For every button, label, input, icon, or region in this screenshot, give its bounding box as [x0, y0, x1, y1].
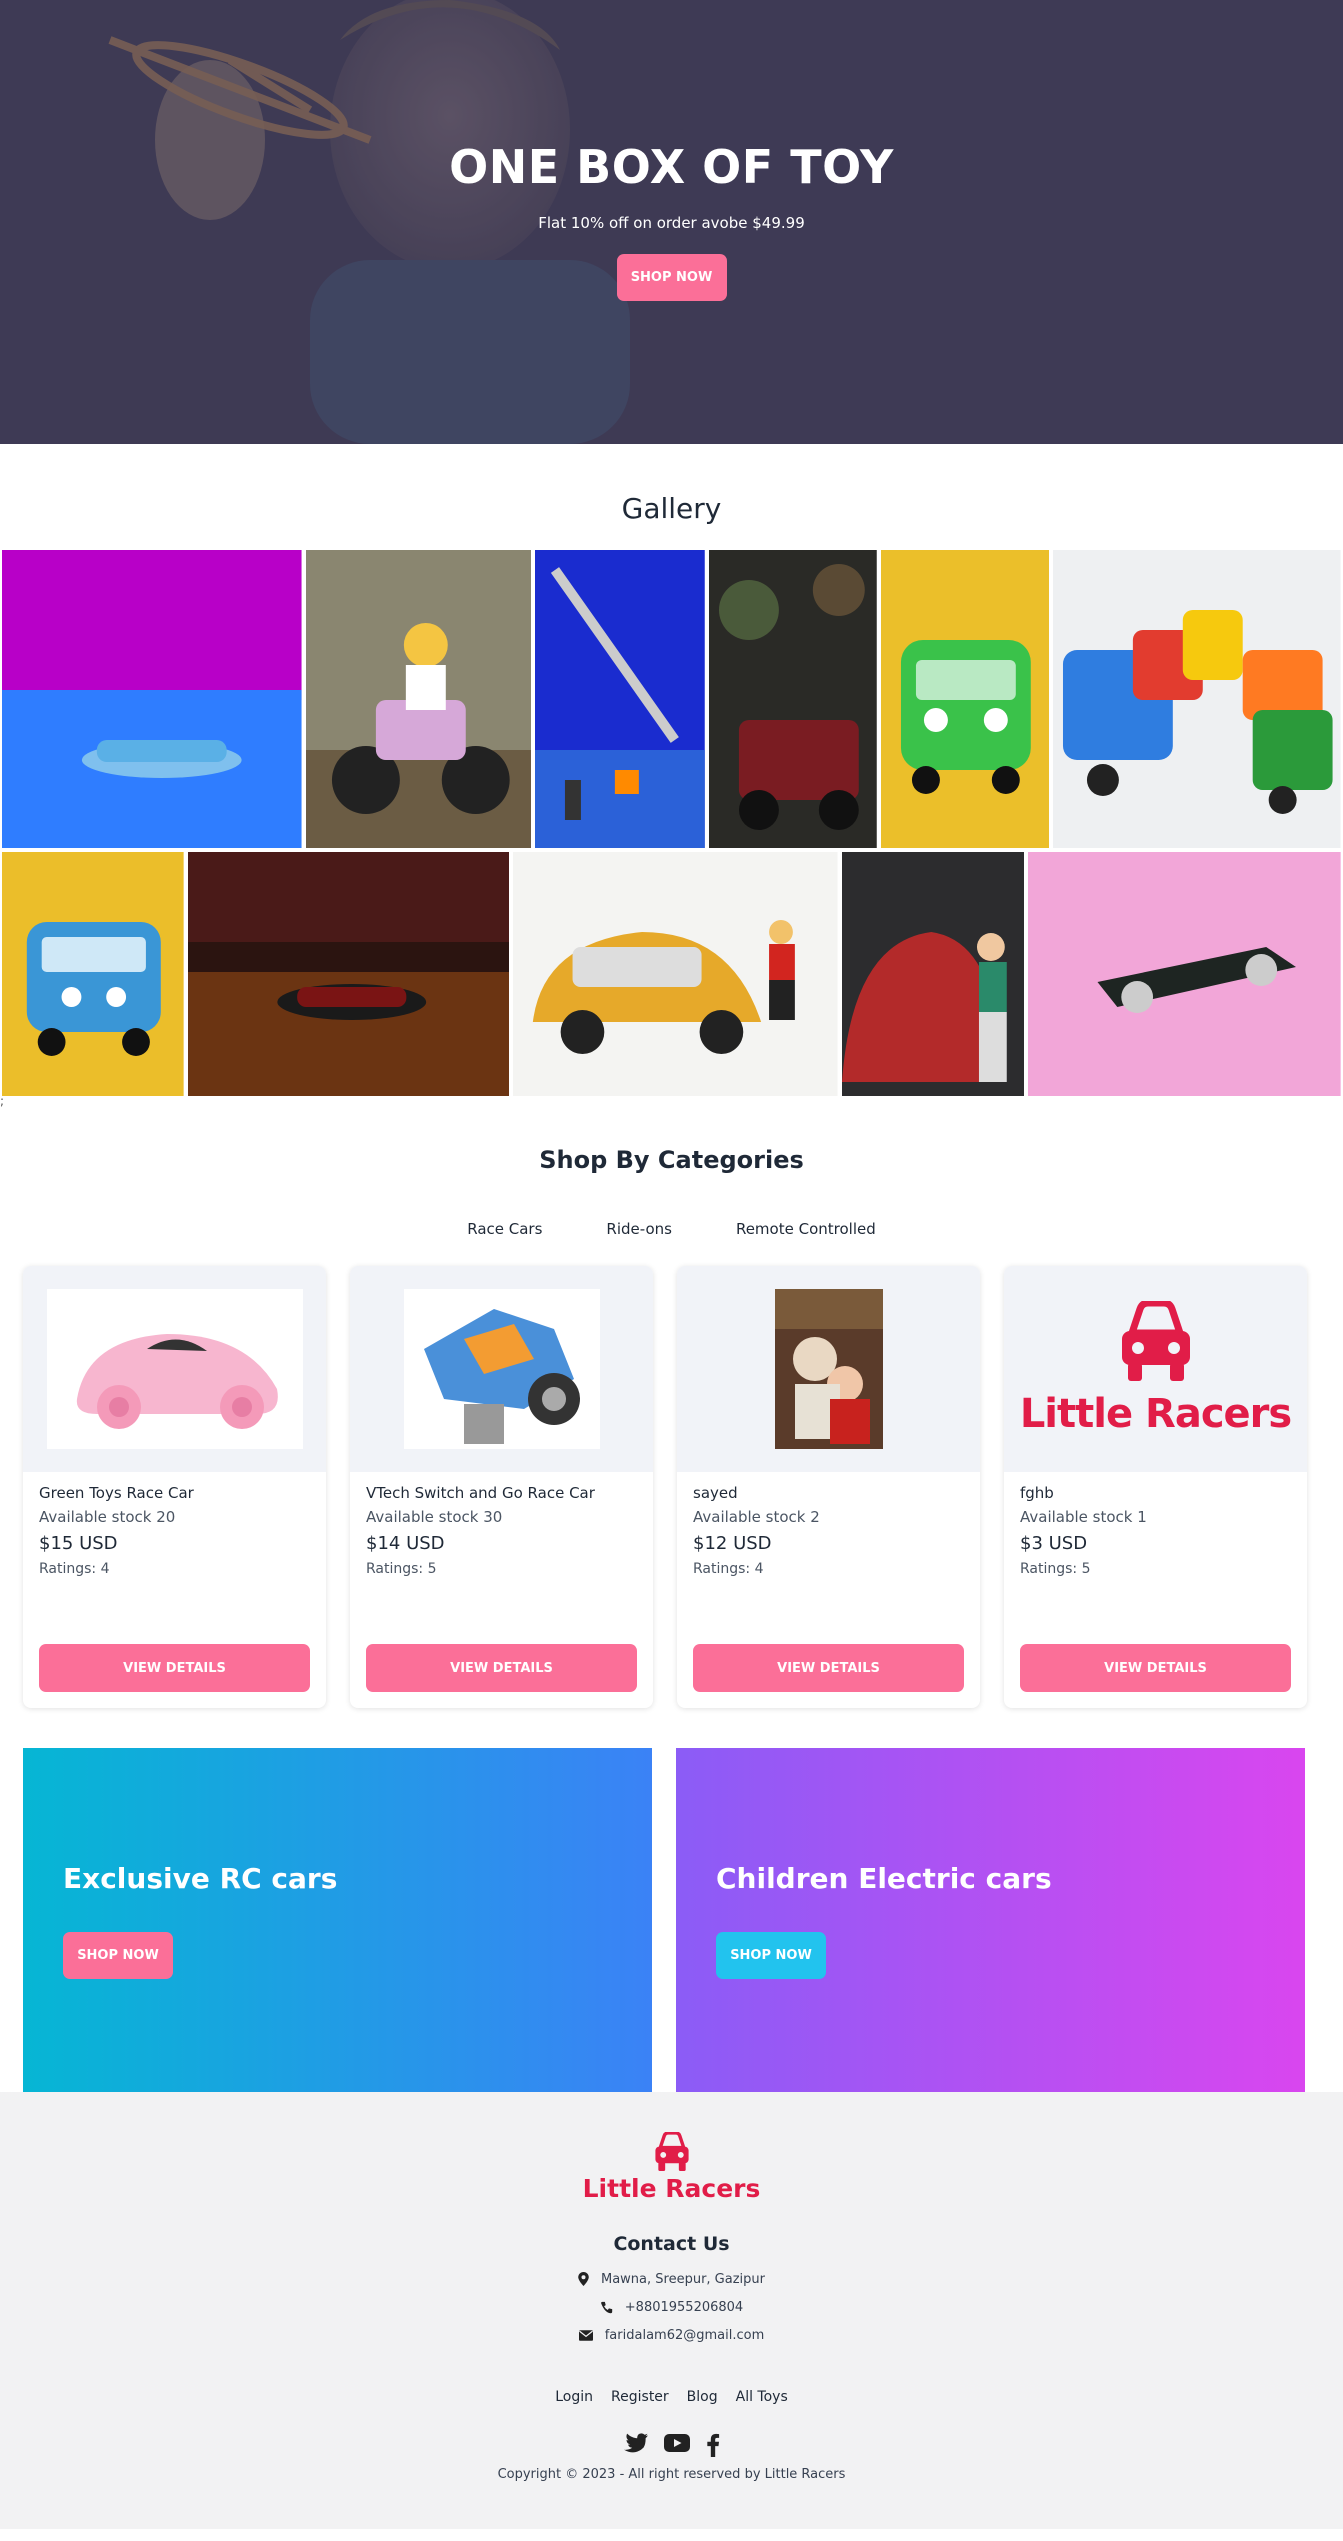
phone-text[interactable]: +8801955206804	[625, 2300, 743, 2315]
gallery-row	[0, 852, 1343, 1096]
email-line: faridalam62@gmail.com	[0, 2321, 1343, 2349]
hero-shop-now-button[interactable]: SHOP NOW	[616, 254, 727, 301]
product-cards: Green Toys Race Car Available stock 20 $…	[0, 1266, 1343, 1708]
gallery-image[interactable]	[880, 550, 1050, 848]
hero-title: ONE BOX OF TOY	[449, 140, 894, 194]
hero-banner: ONE BOX OF TOY Flat 10% off on order avo…	[0, 0, 1343, 444]
product-stock: Available stock 1	[1020, 1508, 1147, 1526]
product-rating: Ratings: 4	[693, 1561, 764, 1577]
gallery-image[interactable]	[513, 852, 838, 1096]
promo-electric-cars: Children Electric cars SHOP NOW	[676, 1748, 1305, 2092]
promo-shop-now-button[interactable]: SHOP NOW	[716, 1932, 826, 1979]
blog-link[interactable]: Blog	[687, 2389, 718, 2405]
footer-links: Login Register Blog All Toys	[0, 2389, 1343, 2405]
product-image	[677, 1266, 980, 1472]
product-price: $3 USD	[1020, 1533, 1088, 1554]
hero-subtitle: Flat 10% off on order avobe $49.99	[538, 214, 805, 232]
promo-banners: Exclusive RC cars SHOP NOW Children Elec…	[0, 1748, 1343, 2092]
product-price: $12 USD	[693, 1533, 772, 1554]
product-name: fghb	[1020, 1484, 1054, 1502]
product-name: Green Toys Race Car	[39, 1484, 194, 1502]
email-text[interactable]: faridalam62@gmail.com	[605, 2328, 765, 2343]
location-icon	[578, 2272, 589, 2286]
product-name: VTech Switch and Go Race Car	[366, 1484, 595, 1502]
login-link[interactable]: Login	[555, 2389, 593, 2405]
gallery-image[interactable]	[187, 852, 510, 1096]
product-stock: Available stock 20	[39, 1508, 176, 1526]
hero-content: ONE BOX OF TOY Flat 10% off on order avo…	[0, 140, 1343, 301]
view-details-button[interactable]: VIEW DETAILS	[1020, 1644, 1291, 1692]
gallery-image[interactable]	[2, 852, 184, 1096]
product-rating: Ratings: 5	[366, 1561, 437, 1577]
gallery-row	[0, 550, 1343, 848]
facebook-icon[interactable]	[706, 2433, 720, 2457]
twitter-icon[interactable]	[623, 2433, 648, 2453]
product-image: Little Racers	[1004, 1266, 1307, 1472]
view-details-button[interactable]: VIEW DETAILS	[693, 1644, 964, 1692]
gallery-image[interactable]	[1053, 550, 1342, 848]
product-price: $14 USD	[366, 1533, 445, 1554]
youtube-icon[interactable]	[663, 2433, 690, 2453]
gallery-image[interactable]	[305, 550, 532, 848]
little-racers-logo-text: Little Racers	[1019, 1391, 1292, 1437]
mail-icon	[578, 2329, 593, 2341]
phone-line: +8801955206804	[0, 2293, 1343, 2321]
promo-rc-cars: Exclusive RC cars SHOP NOW	[23, 1748, 652, 2092]
footer-brand[interactable]: Little Racers	[0, 2174, 1343, 2203]
promo-title: Exclusive RC cars	[63, 1862, 338, 1895]
social-links	[0, 2433, 1343, 2457]
gallery-title: Gallery	[621, 492, 722, 525]
view-details-button[interactable]: VIEW DETAILS	[39, 1644, 310, 1692]
address-text: Mawna, Sreepur, Gazipur	[600, 2271, 765, 2287]
product-image	[23, 1266, 326, 1472]
tab-remote-controlled[interactable]: Remote Controlled	[736, 1216, 876, 1242]
product-card: Little Racers fghb Available stock 1 $3 …	[1004, 1266, 1307, 1708]
product-image	[350, 1266, 653, 1472]
address-line: Mawna, Sreepur, Gazipur	[0, 2265, 1343, 2293]
product-name: sayed	[693, 1484, 738, 1502]
product-rating: Ratings: 4	[39, 1561, 110, 1577]
contact-title: Contact Us	[613, 2233, 730, 2255]
car-icon[interactable]	[649, 2132, 695, 2172]
contact-info: Mawna, Sreepur, Gazipur +8801955206804 f…	[0, 2265, 1343, 2349]
pink-race-car-image	[46, 1289, 303, 1449]
kids-photo-image	[774, 1289, 883, 1449]
view-details-button[interactable]: VIEW DETAILS	[366, 1644, 637, 1692]
product-card: VTech Switch and Go Race Car Available s…	[350, 1266, 653, 1708]
category-tabs: Race Cars Ride-ons Remote Controlled	[0, 1216, 1343, 1242]
gallery-grid	[0, 550, 1343, 1096]
footer: Little Racers Contact Us Mawna, Sreepur,…	[0, 2092, 1343, 2529]
vtech-robot-car-image	[403, 1289, 600, 1449]
tab-race-cars[interactable]: Race Cars	[467, 1216, 542, 1242]
gallery-image[interactable]	[841, 852, 1025, 1096]
product-rating: Ratings: 5	[1020, 1561, 1091, 1577]
gallery-image[interactable]	[708, 550, 877, 848]
product-card: Green Toys Race Car Available stock 20 $…	[23, 1266, 326, 1708]
car-icon	[1121, 1301, 1190, 1381]
categories-title: Shop By Categories	[539, 1146, 804, 1174]
product-price: $15 USD	[39, 1533, 118, 1554]
register-link[interactable]: Register	[611, 2389, 669, 2405]
gallery-image[interactable]	[535, 550, 705, 848]
gallery-image[interactable]	[1028, 852, 1341, 1096]
phone-icon	[600, 2301, 612, 2313]
all-toys-link[interactable]: All Toys	[736, 2389, 788, 2405]
promo-title: Children Electric cars	[716, 1862, 1052, 1895]
gallery-image[interactable]	[2, 550, 302, 848]
promo-shop-now-button[interactable]: SHOP NOW	[63, 1932, 173, 1979]
stray-text: ;	[0, 1094, 5, 1108]
product-card: sayed Available stock 2 $12 USD Ratings:…	[677, 1266, 980, 1708]
product-stock: Available stock 2	[693, 1508, 820, 1526]
copyright: Copyright © 2023 - All right reserved by…	[497, 2467, 846, 2482]
tab-ride-ons[interactable]: Ride-ons	[606, 1216, 672, 1242]
product-stock: Available stock 30	[366, 1508, 503, 1526]
